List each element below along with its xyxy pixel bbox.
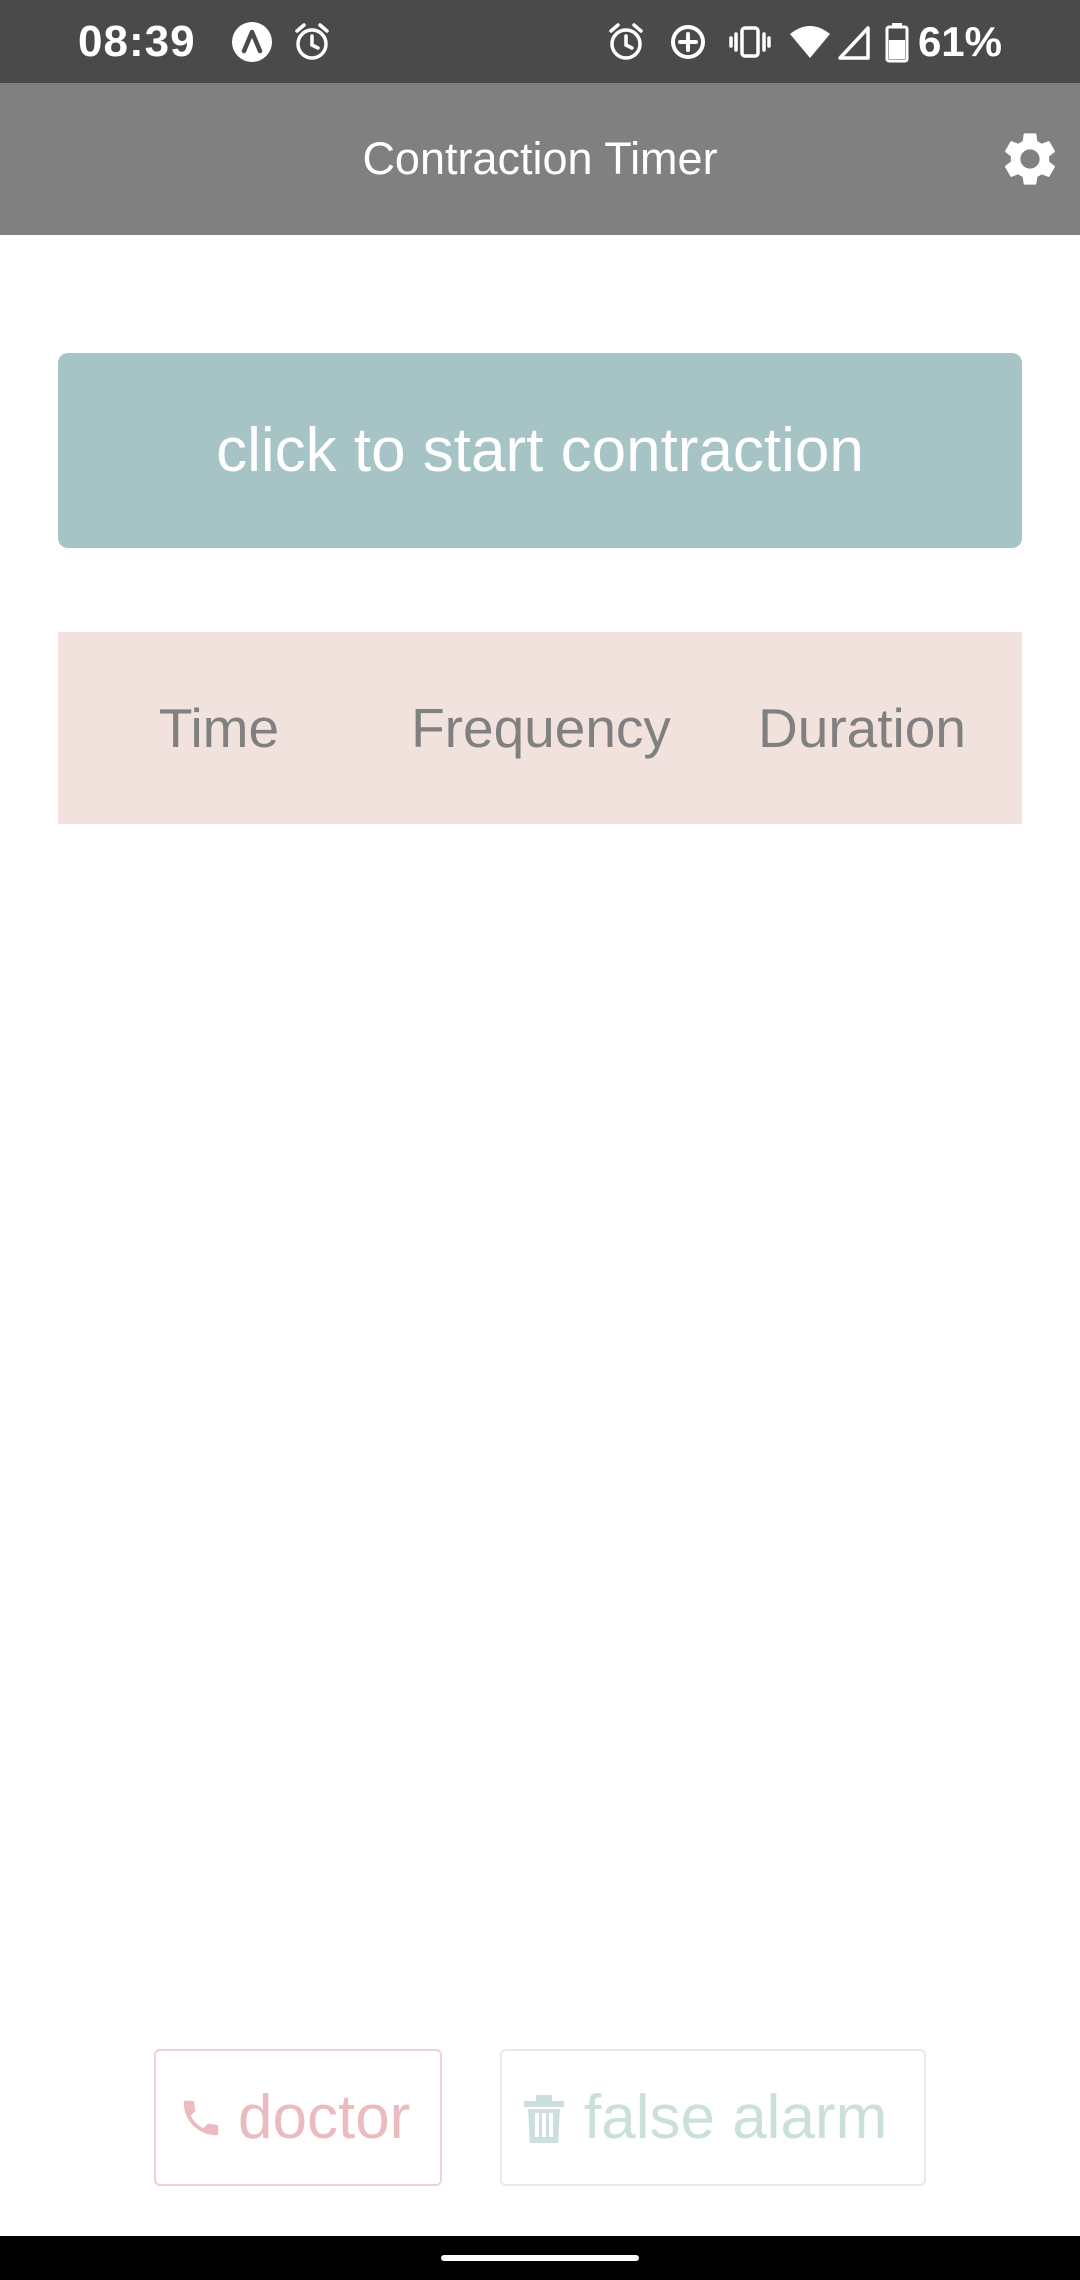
alarm-clock-icon: [295, 23, 329, 60]
column-header-frequency: Frequency: [411, 697, 671, 759]
phone-icon: [183, 2100, 219, 2136]
app-title: Contraction Timer: [362, 133, 718, 184]
navigation-bar: [0, 2236, 1080, 2280]
alarm-clock-icon: [609, 23, 643, 60]
status-time: 08:39: [78, 17, 196, 66]
battery-icon: [885, 23, 909, 63]
app-notification-icon: [232, 22, 272, 62]
battery-percent: 61%: [917, 18, 1002, 65]
column-header-duration: Duration: [758, 697, 966, 759]
column-header-time: Time: [158, 697, 280, 759]
gear-icon[interactable]: [998, 127, 1062, 191]
false-alarm-label: false alarm: [584, 2083, 888, 2152]
trash-icon: [524, 2095, 564, 2143]
wifi-icon: [790, 26, 830, 58]
app-bar: Contraction Timer: [0, 83, 1080, 235]
doctor-button[interactable]: doctor: [154, 2049, 442, 2186]
home-indicator[interactable]: [441, 2255, 639, 2261]
screen: 08:39 61% Contraction Timer click to sta…: [0, 0, 1080, 2280]
data-saver-icon: [671, 25, 705, 59]
vibrate-icon: [729, 26, 771, 58]
false-alarm-button[interactable]: false alarm: [500, 2049, 926, 2186]
doctor-label: doctor: [238, 2083, 411, 2152]
table-header: Time Frequency Duration: [58, 632, 1022, 824]
status-bar: 08:39 61%: [0, 0, 1080, 83]
start-contraction-button[interactable]: click to start contraction: [58, 353, 1022, 548]
cell-signal-icon: [838, 26, 870, 60]
